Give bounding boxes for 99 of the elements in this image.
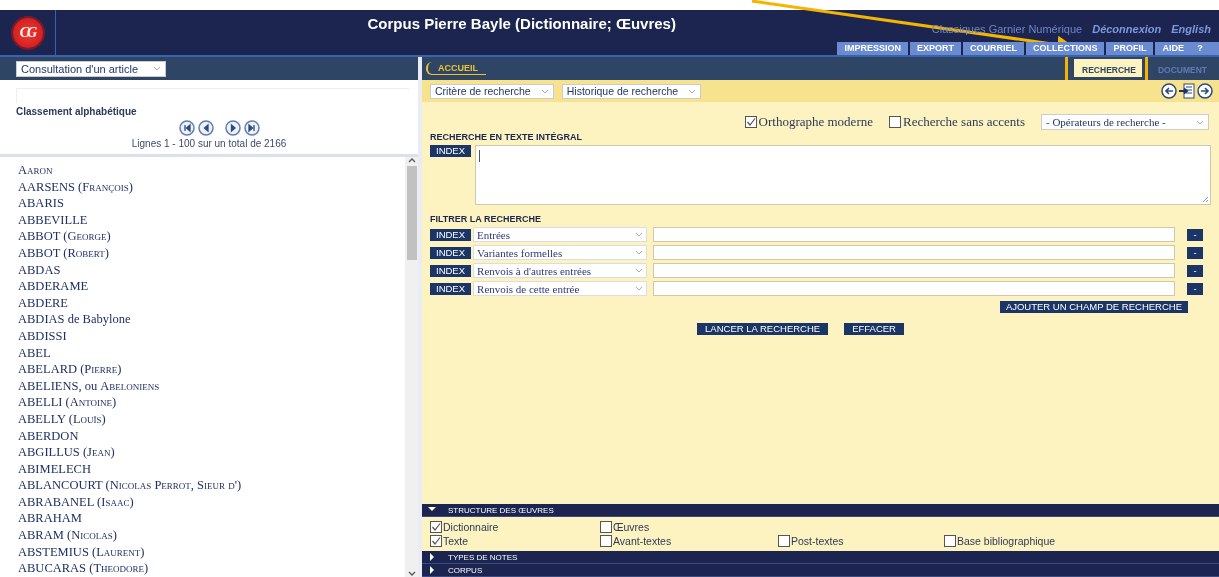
article-entry[interactable]: AARSENS (François) [18,178,405,196]
index-button[interactable]: INDEX [430,145,472,157]
header-link[interactable]: Déconnexion [1092,23,1162,35]
dropdown-caret-icon [635,286,644,291]
field-dropdown[interactable]: Renvois à d'autres entrées [473,263,648,278]
article-entry[interactable]: ABBEVILLE [18,211,405,229]
section-header[interactable]: CORPUS [422,564,1219,577]
article-entry[interactable]: ABUCARAS (Theodore) [18,560,405,577]
checkbox-label: Post-textes [791,535,844,547]
scrollbar[interactable] [405,157,418,577]
header-link[interactable]: English [1171,23,1211,35]
window-title: Corpus Pierre Bayle (Dictionnaire; Œuvres) [367,15,676,32]
article-entry[interactable]: ABELARD (Pierre) [18,361,405,378]
fulltext-field[interactable] [475,145,1211,205]
breadcrumb-link[interactable]: ACCUEIL [426,62,486,75]
checkbox[interactable] [600,535,612,547]
article-entry[interactable]: ABRAM (Nicolas) [18,527,405,544]
checkbox[interactable] [944,535,956,547]
checkbox[interactable] [778,535,790,547]
checkbox-label: Dictionnaire [443,521,499,533]
scroll-up-icon[interactable] [407,157,416,164]
scroll-down-icon[interactable] [407,570,416,577]
section-header[interactable]: TYPES DE NOTES [422,551,1219,564]
filter-input[interactable] [653,245,1175,260]
operators-dropdown[interactable]: - Opérateurs de recherche - [1041,114,1209,130]
previous-page-icon[interactable] [197,120,214,136]
remove-button[interactable]: - [1187,228,1203,241]
checked-checkbox[interactable] [744,116,757,128]
expand-triangle-icon[interactable] [428,553,436,561]
dropdown-caret-icon [635,250,644,255]
article-entry[interactable]: ABRAHAM [18,510,405,528]
article-entry[interactable]: ABELLI (Antoine) [18,394,405,411]
first-page-icon[interactable] [178,120,195,136]
action-button[interactable]: EFFACER [844,323,904,335]
field-dropdown[interactable]: Entrées [473,227,648,242]
filter-input[interactable] [653,263,1175,278]
dropdown-caret-icon [540,88,549,94]
action-button[interactable]: LANCER LA RECHERCHE [697,323,829,335]
dropdown-caret-icon [635,268,644,273]
field-dropdown[interactable]: Renvois de cette entrée [473,281,648,296]
index-button[interactable]: INDEX [430,264,472,277]
filter-input[interactable] [653,227,1175,242]
article-entry[interactable]: ABDERE [18,294,405,312]
dropdown-caret-icon [635,232,644,237]
checkbox-label: Texte [443,535,469,547]
article-entry[interactable]: ABBOT (Robert) [18,244,405,262]
pager-text: Lignes 1 - 100 sur un total de 2166 [0,138,418,157]
checked-checkbox[interactable] [430,535,442,547]
collapse-triangle-icon[interactable] [428,506,436,514]
filter-input[interactable] [653,281,1175,296]
article-entry[interactable]: ABARIS [18,195,405,212]
mode-select[interactable]: Consultation d'un article [16,60,166,77]
article-entry[interactable]: ABELLY (Louïs) [18,410,405,428]
index-button[interactable]: INDEX [430,282,472,295]
article-entry[interactable]: ABDERAME [18,278,405,295]
next-page-icon[interactable] [224,120,241,136]
article-entry[interactable]: ABEL [18,344,405,362]
section-heading: Classement alphabétique [16,106,138,117]
dropdown-caret-icon [1196,119,1204,125]
article-entry[interactable]: ABRABANEL (Isaac) [18,493,405,511]
article-entry[interactable]: ABDIAS de Babylone [18,311,405,328]
index-button[interactable]: INDEX [430,246,472,259]
logo: CG [12,17,43,48]
section-heading: FILTRER LA RECHERCHE [429,214,542,224]
article-entry[interactable]: ABDAS [18,261,405,279]
section-heading: RECHERCHE EN TEXTE INTÉGRAL [429,132,583,142]
article-entry[interactable]: ABSTEMIUS (Laurent) [18,543,405,561]
resize-handle-icon[interactable] [1201,195,1209,203]
article-entry[interactable]: ABIMELECH [18,460,405,478]
dropdown[interactable]: Historique de recherche [561,83,702,99]
checkbox-label: Œuvres [613,521,650,533]
checked-checkbox[interactable] [430,521,442,533]
article-entry[interactable]: ABDISSI [18,327,405,345]
field-dropdown[interactable]: Variantes formelles [473,245,648,260]
dropdown-caret-icon [688,88,697,94]
index-button[interactable]: INDEX [430,228,472,241]
dropdown[interactable]: Critère de recherche [430,83,554,99]
remove-button[interactable]: - [1187,246,1203,259]
add-field-button[interactable]: AJOUTER UN CHAMP DE RECHERCHE [999,301,1188,313]
article-entry[interactable]: Aaron [18,162,405,179]
option-label: Orthographe moderne [758,114,873,130]
option-label: Recherche sans accents [903,114,1025,130]
checkbox-label: Avant-textes [613,535,672,547]
checkbox[interactable] [600,521,612,533]
remove-button[interactable]: - [1187,282,1203,295]
document-export-icon[interactable] [1179,83,1195,99]
article-entry[interactable]: ABLANCOURT (Nicolas Perrot, Sieur d') [18,477,405,494]
last-page-icon[interactable] [243,120,260,136]
scrollbar-thumb[interactable] [406,166,417,260]
article-entry[interactable]: ABGILLUS (Jean) [18,444,405,461]
expand-triangle-icon[interactable] [428,566,436,574]
article-entry[interactable]: ABELIENS, ou Abeloniens [18,377,405,395]
checkbox-label: Base bibliographique [957,535,1056,547]
checkbox[interactable] [889,116,901,128]
remove-button[interactable]: - [1187,264,1203,277]
section-header[interactable]: STRUCTURE DES ŒUVRES [422,504,1219,517]
article-entry[interactable]: ABERDON [18,427,405,445]
dropdown-caret-icon [153,66,161,71]
article-entry[interactable]: ABBOT (George) [18,228,405,245]
